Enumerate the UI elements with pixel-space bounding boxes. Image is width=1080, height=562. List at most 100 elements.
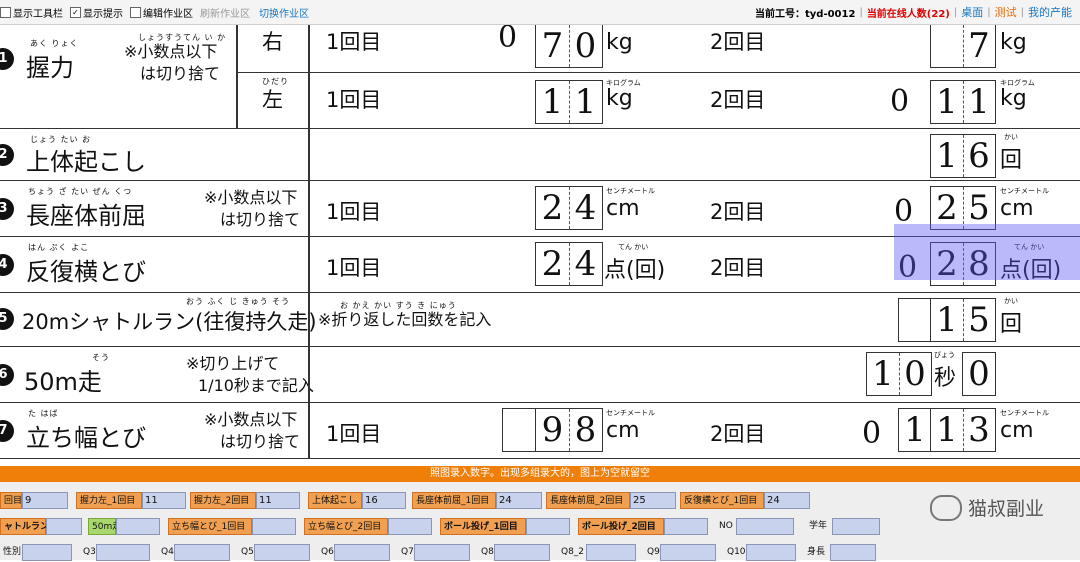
unit-label: 回 [1000,312,1023,337]
unit-cm: cm [1000,196,1034,221]
entry-input[interactable]: 9 [22,491,68,509]
field-label: 学年 [809,520,828,531]
entry-row-3: 性別 Q3 Q4 Q5 Q6 Q7 Q8 Q8_2 Q9 Q10 身長 [0,542,876,562]
entry-input[interactable]: 11 [256,491,300,509]
field-label: Q8_2 [561,546,585,557]
my-yield-link[interactable]: 我的产能 [1028,4,1072,20]
test-link[interactable]: 测试 [995,4,1017,20]
entry-input[interactable] [252,517,296,535]
digit-box: 15 [930,298,996,342]
digit-box: 11 [535,80,603,124]
online-count: 当前在线人数(22) [866,8,950,20]
item-number: 4 [0,254,14,276]
item-number: 5 [0,308,14,330]
hand-label-right: 右 [262,30,283,54]
wechat-icon [929,494,962,521]
entry-input[interactable] [830,543,876,561]
entry-input[interactable]: 16 [362,491,406,509]
entry-input[interactable] [746,543,796,561]
item-title: 握力 [26,54,74,82]
count-label: 1回目 [326,422,382,446]
field-label: 性別 [3,546,22,557]
count-label: 1回目 [326,88,382,112]
item-title: 反復横とび [26,258,146,286]
entry-input[interactable] [174,543,230,561]
field-label: 回目 [0,491,22,509]
note-line1: ※切り上げて [186,354,280,373]
checkbox-box[interactable] [130,6,141,18]
count-label: 2回目 [710,256,766,280]
note-line2: 1/10秒まで記入 [198,376,314,395]
unit-cm: cm [606,418,640,443]
field-label: 身長 [807,546,826,557]
entry-input[interactable] [660,543,716,561]
entry-input[interactable] [586,543,636,561]
unit-label: 回 [1000,148,1023,173]
entry-input[interactable] [116,517,160,535]
entry-row-1: 回目 9 握力左_1回目 11 握力左_2回目 11 上体起こし 16 長座体前… [0,490,810,510]
show-toolbar-checkbox[interactable]: 显示工具栏 [0,5,63,20]
unit-seconds: 秒 [934,366,957,391]
instruction-banner: 照图录入数字。出现多组录大的，图上为空就留空 [0,466,1080,482]
edit-workarea-checkbox[interactable]: 编辑作业区 [130,5,193,20]
field-label: 握力左_2回目 [190,491,256,509]
desktop-link[interactable]: 桌面 [961,4,983,20]
note-line2: は切り捨て [220,432,301,451]
digit-box: 13 [930,408,996,452]
count-label: 2回目 [710,88,766,112]
entry-input[interactable] [388,517,432,535]
row-situps: 2 じょう たい お 上体起こし 16 かい 回 [0,128,1080,181]
field-label: 立ち幅とび_1回目 [168,517,252,535]
entry-input[interactable] [334,543,390,561]
item-title: 20mシャトルラン(往復持久走) [22,310,317,334]
entry-input[interactable]: 25 [630,491,676,509]
digit-box: 24 [535,186,603,230]
unit-ruby: センチメートル [606,409,655,417]
top-toolbar: 显示工具栏 ✓ 显示提示 编辑作业区 刷新作业区 切换作业区 当前工号：tyd-0… [0,0,1080,25]
entry-input[interactable] [414,543,470,561]
entry-input[interactable] [664,517,708,535]
worker-id: 当前工号：tyd-0012 [754,8,856,20]
checkbox-checked[interactable]: ✓ [70,6,81,18]
note-line1: ※小数点以下 [204,410,298,429]
unit-ruby: びょう [934,351,955,359]
show-hint-checkbox[interactable]: ✓ 显示提示 [70,5,123,20]
field-label: ャトルラン [0,517,49,535]
digit-box-single: 1 [898,408,932,452]
unit-kg: kg [1000,30,1027,55]
count-label: 1回目 [326,30,382,54]
row-grip-strength: 1 あく りょく 握力 しょうすうてん い か ※小数点以下 は切り捨て 右 1… [0,24,1080,129]
entry-input[interactable] [494,543,550,561]
note-line2: は切り捨て [140,64,221,83]
refresh-workarea-link[interactable]: 刷新作业区 [200,5,250,20]
note: ※折り返した回数を記入 [318,310,492,329]
entry-input[interactable] [526,517,570,535]
unit-cm: cm [1000,418,1034,443]
count-label: 2回目 [710,30,766,54]
digit-box: 10 [866,352,932,396]
entry-input[interactable] [736,517,794,535]
watermark-text: 猫叔副业 [967,498,1044,520]
row-long-jump: 7 た はば 立ち幅とび ※小数点以下 は切り捨て 1回目 98 センチメートル… [0,402,1080,459]
field-label: 反復横とび_1回目 [680,491,764,509]
item-number: 1 [0,48,14,70]
entry-input[interactable]: 24 [496,491,542,509]
entry-input[interactable] [46,517,82,535]
entry-input[interactable]: 24 [764,491,810,509]
entry-input[interactable] [96,543,150,561]
field-label: Q6 [321,546,334,557]
switch-workarea-link[interactable]: 切换作业区 [259,5,309,20]
entry-input[interactable] [254,543,310,561]
note-line1: ※小数点以下 [204,188,298,207]
entry-input[interactable]: 11 [142,491,186,509]
item-number: 3 [0,198,14,220]
digit-box: 16 [930,134,996,178]
entry-input[interactable] [832,517,880,535]
entry-input[interactable] [22,543,72,561]
checkbox-box[interactable] [0,6,11,18]
digit-box: 70 [535,24,603,68]
field-label: Q4 [161,546,174,557]
hand-label-left: 左 [262,88,283,112]
item-title: 上体起こし [26,148,146,176]
digit-box: 11 [930,80,996,124]
